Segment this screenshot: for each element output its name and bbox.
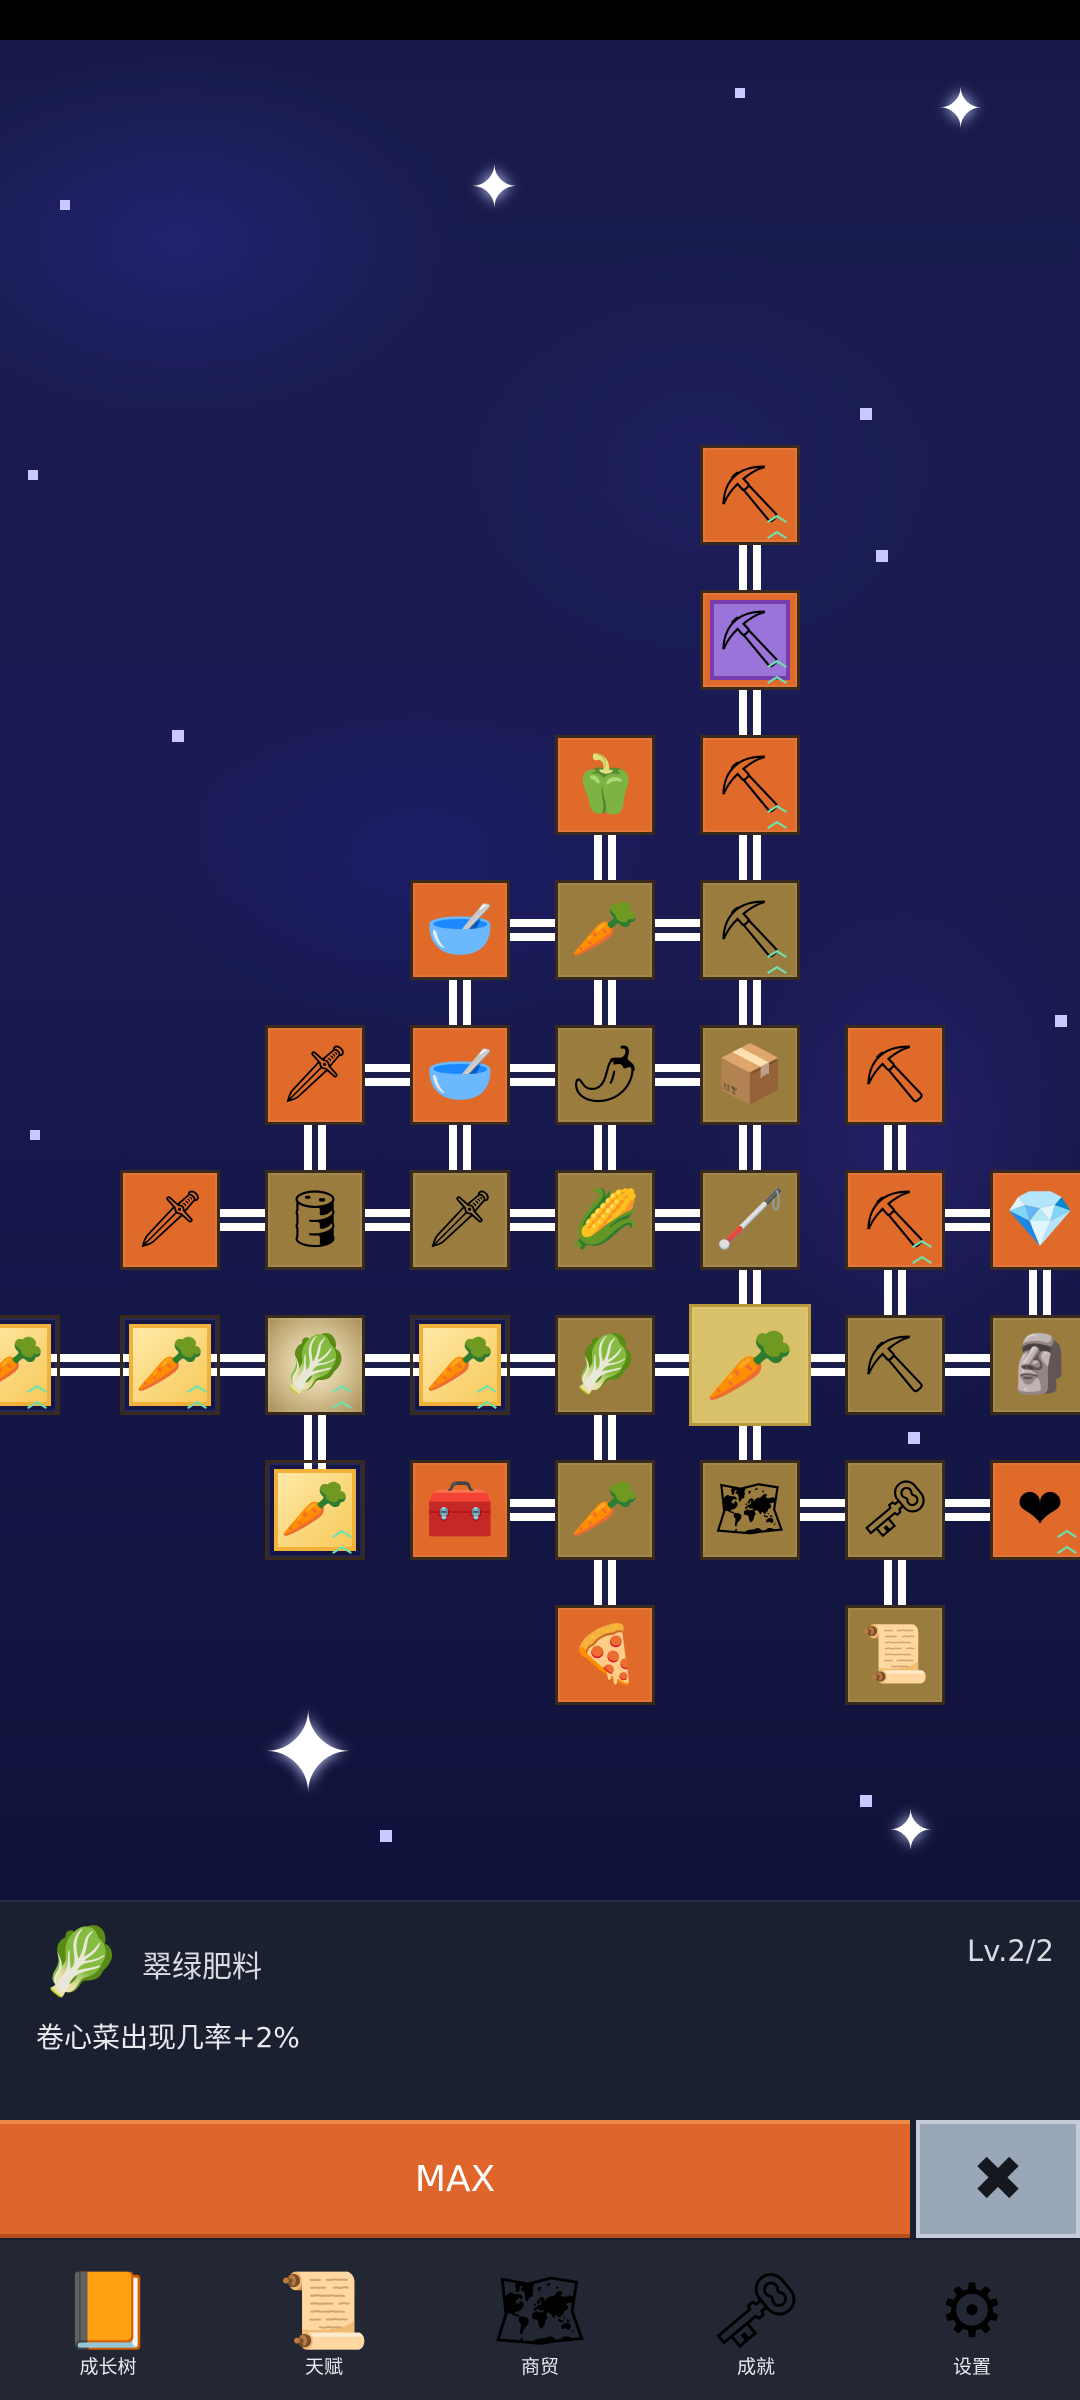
tree-node-sword[interactable]: 🗡	[120, 1170, 220, 1270]
upgrade-arrow-icon: ︿ ︿	[1057, 1517, 1077, 1557]
upgrade-arrow-icon: ︿ ︿	[27, 1372, 47, 1412]
nav-label: 商贸	[520, 2356, 559, 2378]
nav-label: 成就	[736, 2356, 775, 2378]
nav-label: 天赋	[304, 2356, 343, 2378]
action-row: MAX ✖	[0, 2120, 1080, 2240]
gear-icon: ⚙	[938, 2268, 1006, 2354]
tree-node-statue[interactable]: 🗿	[990, 1315, 1080, 1415]
tree-node-bowl[interactable]: 🥣	[410, 1025, 510, 1125]
soup-bowl-icon: 🥣	[425, 897, 495, 962]
tree-node-stick[interactable]: 🦯	[700, 1170, 800, 1270]
upgrade-arrow-icon: ︿ ︿	[912, 1227, 932, 1267]
radish-icon: 🥕	[570, 897, 640, 962]
tree-node-crystal[interactable]: 💎	[990, 1170, 1080, 1270]
pepper-icon: 🫑	[570, 752, 640, 817]
stick-icon: 🦯	[715, 1187, 785, 1252]
detail-title: 翠绿肥料	[142, 1950, 262, 1985]
tree-node-chili[interactable]: 🌶	[555, 1025, 655, 1125]
upgrade-arrow-icon: ︿ ︿	[767, 647, 787, 687]
treasure-chest-icon: 🧰	[425, 1477, 495, 1542]
tree-node-parsnip[interactable]: 🥕	[555, 1460, 655, 1560]
upgrade-arrow-icon: ︿ ︿	[767, 792, 787, 832]
upgrade-arrow-icon: ︿ ︿	[767, 502, 787, 542]
tree-node-cabbage[interactable]: 🥬 ︿ ︿	[265, 1315, 365, 1415]
pickaxe-icon: ⛏	[859, 1042, 931, 1107]
sword-icon: 🗡	[134, 1187, 206, 1252]
crate-icon: 📦	[715, 1042, 785, 1107]
key-icon: 🗝	[709, 2268, 803, 2354]
tree-node-pickaxe[interactable]: ⛏ ︿ ︿	[845, 1170, 945, 1270]
nav-trade[interactable]: 🗺 商贸	[450, 2245, 630, 2395]
carrot-icon: 🥕	[705, 1323, 795, 1407]
upgrade-arrow-icon: ︿ ︿	[332, 1517, 352, 1557]
bowl-icon: 🥣	[425, 1042, 495, 1107]
golden-sword-icon: 🗡	[279, 1042, 351, 1107]
pizza-icon: 🍕	[570, 1622, 640, 1687]
tree-node-heart[interactable]: ❤ ︿ ︿	[990, 1460, 1080, 1560]
tree-node-carrot[interactable]: 🥕 ︿ ︿	[0, 1315, 60, 1415]
tree-node-treasure-chest[interactable]: 🧰	[410, 1460, 510, 1560]
tree-node-map[interactable]: 🗺	[700, 1460, 800, 1560]
bottom-nav: 📙 成长树 📜 天赋 🗺 商贸 🗝 成就 ⚙ 设置	[0, 2240, 1080, 2400]
scroll-icon: 📜	[860, 1622, 930, 1687]
map-icon: 🗺	[714, 1477, 786, 1542]
cabbage-icon: 🥬	[570, 1332, 640, 1397]
tree-node-golden-sword[interactable]: 🗡	[265, 1025, 365, 1125]
crystal-icon: 💎	[1005, 1187, 1075, 1252]
close-icon: ✖	[972, 2142, 1024, 2215]
scroll-icon: 📜	[277, 2268, 371, 2354]
tree-node-magic-shovel[interactable]: ⛏ ︿ ︿	[700, 590, 800, 690]
key-icon: 🗝	[859, 1477, 931, 1542]
detail-description: 卷心菜出现几率+2%	[36, 2021, 300, 2054]
map-icon: 🗺	[493, 2268, 587, 2354]
tree-node-cabbage[interactable]: 🥬	[555, 1315, 655, 1415]
tree-node-barrel[interactable]: 🛢	[265, 1170, 365, 1270]
tree-node-crate[interactable]: 📦	[700, 1025, 800, 1125]
tree-node-pickaxe[interactable]: ⛏	[845, 1025, 945, 1125]
barrel-icon: 🛢	[279, 1187, 351, 1252]
chili-icon: 🌶	[569, 1042, 641, 1107]
sword-icon: 🗡	[424, 1187, 496, 1252]
parsnip-icon: 🥕	[570, 1477, 640, 1542]
book-icon: 📙	[61, 2268, 155, 2354]
max-upgrade-button[interactable]: MAX	[0, 2120, 910, 2238]
nav-talent[interactable]: 📜 天赋	[234, 2245, 414, 2395]
cabbage-icon: 🥬	[39, 1923, 123, 2000]
tree-node-shovel[interactable]: ⛏ ︿ ︿	[700, 735, 800, 835]
tree-node-carrot[interactable]: 🥕 ︿ ︿	[120, 1315, 220, 1415]
tree-node-carrot[interactable]: 🥕 ︿ ︿	[410, 1315, 510, 1415]
pickaxe-icon: ⛏	[859, 1332, 931, 1397]
tree-node-corn[interactable]: 🌽	[555, 1170, 655, 1270]
upgrade-arrow-icon: ︿ ︿	[187, 1372, 207, 1412]
tree-node-carrot[interactable]: 🥕 ︿ ︿	[265, 1460, 365, 1560]
nav-achievement[interactable]: 🗝 成就	[666, 2245, 846, 2395]
upgrade-arrow-icon: ︿ ︿	[477, 1372, 497, 1412]
tree-node-carrot[interactable]: 🥕	[689, 1304, 811, 1426]
corn-icon: 🌽	[570, 1187, 640, 1252]
upgrade-arrow-icon: ︿ ︿	[767, 937, 787, 977]
tree-node-shovel[interactable]: ⛏ ︿ ︿	[700, 880, 800, 980]
tree-node-key[interactable]: 🗝	[845, 1460, 945, 1560]
tree-node-pepper[interactable]: 🫑	[555, 735, 655, 835]
tree-node-pickaxe[interactable]: ⛏	[845, 1315, 945, 1415]
tree-node-scroll[interactable]: 📜	[845, 1605, 945, 1705]
nav-settings[interactable]: ⚙ 设置	[882, 2245, 1062, 2395]
upgrade-arrow-icon: ︿ ︿	[332, 1372, 352, 1412]
tree-node-pizza[interactable]: 🍕	[555, 1605, 655, 1705]
close-button[interactable]: ✖	[916, 2120, 1080, 2238]
tree-node-radish[interactable]: 🥕	[555, 880, 655, 980]
tree-node-sword[interactable]: 🗡	[410, 1170, 510, 1270]
nav-growth-tree[interactable]: 📙 成长树	[18, 2245, 198, 2395]
detail-panel: 🥬 翠绿肥料 Lv.2/2 卷心菜出现几率+2%	[0, 1900, 1080, 2120]
nav-label: 成长树	[79, 2356, 137, 2378]
detail-level: Lv.2/2	[967, 1934, 1054, 1968]
tree-node-shovel[interactable]: ⛏ ︿ ︿	[700, 445, 800, 545]
tree-node-soup-bowl[interactable]: 🥣	[410, 880, 510, 980]
statue-icon: 🗿	[1005, 1332, 1075, 1397]
nav-label: 设置	[952, 2356, 991, 2378]
